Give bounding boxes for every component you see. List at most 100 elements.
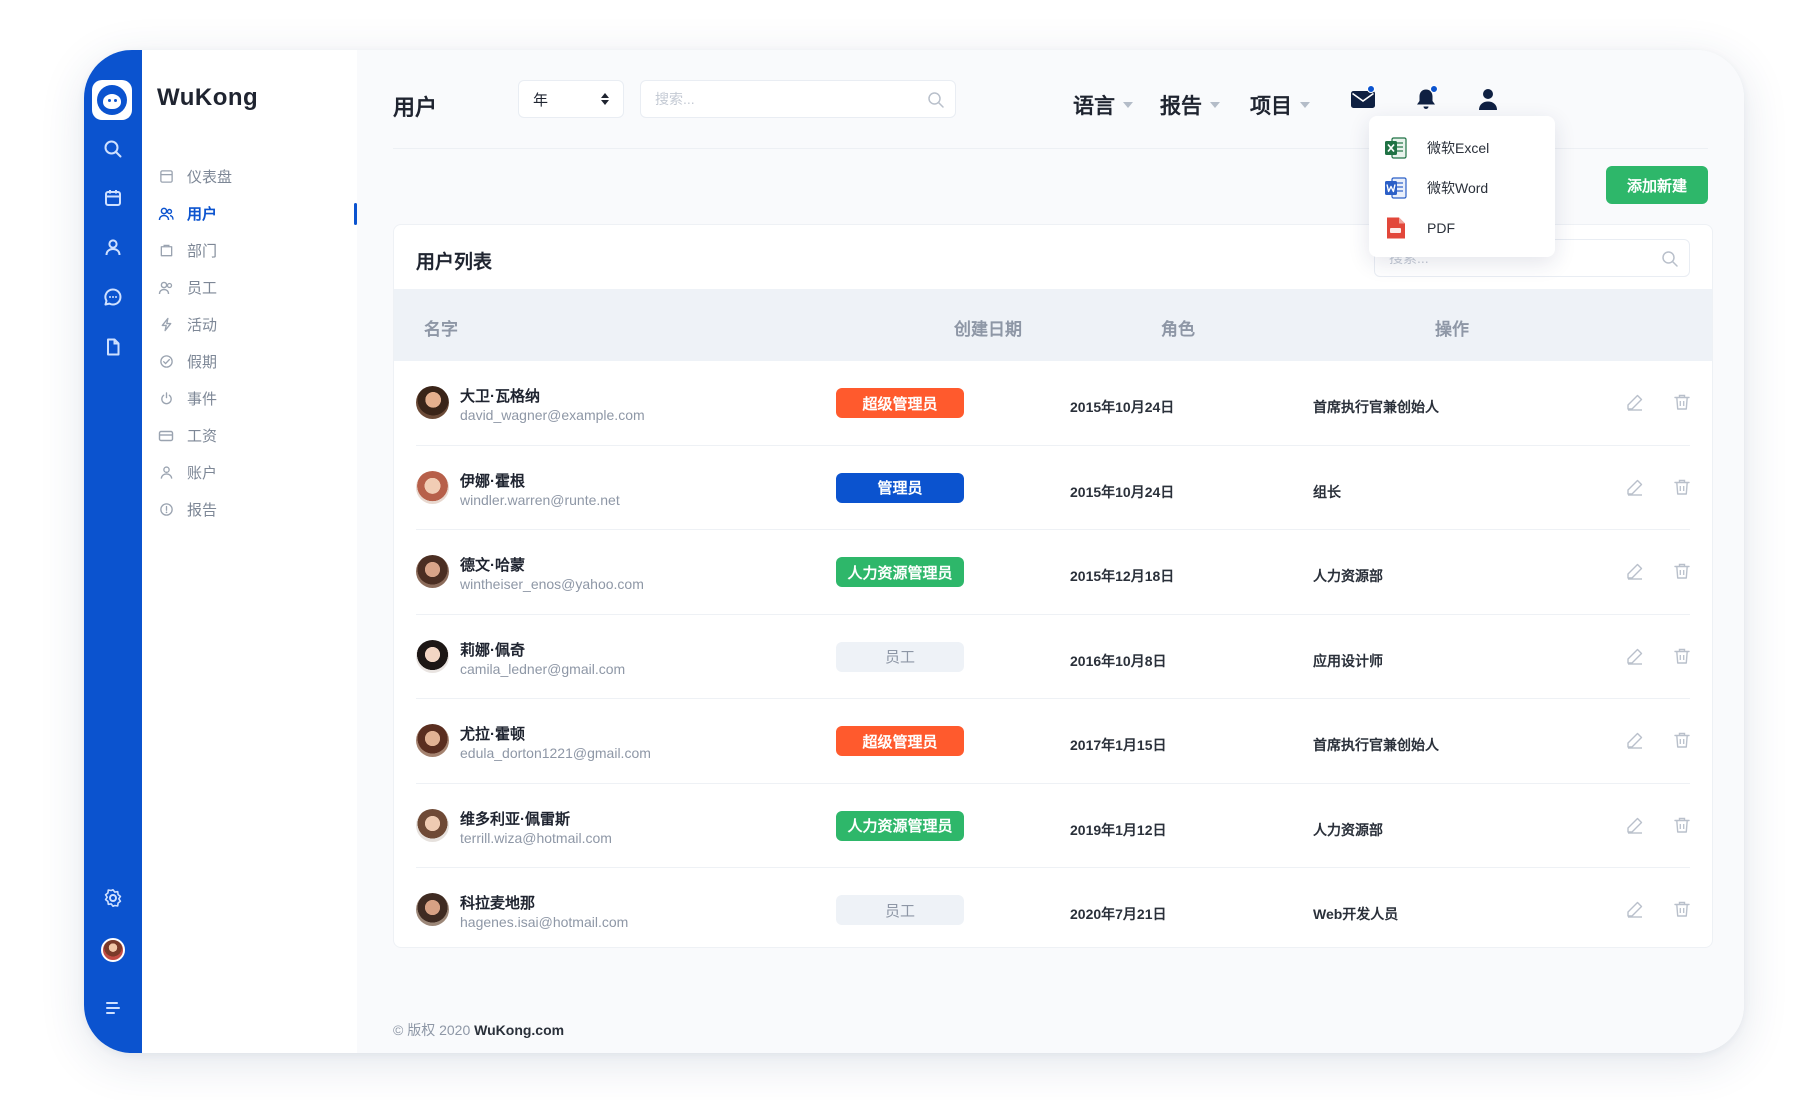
user-name[interactable]: 维多利亚·佩雷斯: [460, 808, 570, 829]
year-select[interactable]: 年: [518, 80, 624, 118]
trash-icon[interactable]: [1672, 899, 1692, 919]
sidebar-item-report[interactable]: 报告: [158, 491, 357, 528]
sidebar-item-label: 工资: [187, 428, 218, 445]
add-new-button[interactable]: 添加新建: [1606, 166, 1708, 204]
trash-icon[interactable]: [1672, 815, 1692, 835]
user-avatar: [416, 808, 449, 842]
notification-dot: [1430, 85, 1438, 93]
search-icon[interactable]: [927, 91, 945, 109]
info-circle-icon: [158, 502, 174, 518]
app-logo[interactable]: [92, 80, 132, 120]
profile-avatar[interactable]: [101, 938, 125, 962]
mail-button[interactable]: [1348, 84, 1378, 114]
trash-icon[interactable]: [1672, 730, 1692, 750]
user-email: hagenes.isai@hotmail.com: [460, 914, 629, 930]
user-name[interactable]: 莉娜·佩奇: [460, 639, 525, 660]
status-badge: 管理员: [836, 472, 964, 503]
table-row[interactable]: 德文·哈蒙 wintheiser_enos@yahoo.com 人力资源管理员 …: [416, 530, 1690, 615]
edit-icon[interactable]: [1625, 646, 1645, 666]
sidebar-item-dashboard[interactable]: 仪表盘: [158, 158, 357, 195]
status-badge: 员工: [836, 641, 964, 672]
trash-icon[interactable]: [1672, 646, 1692, 666]
edit-icon[interactable]: [1625, 815, 1645, 835]
edit-icon[interactable]: [1625, 392, 1645, 412]
menu-label: 语言: [1073, 95, 1115, 118]
user-name[interactable]: 伊娜·霍根: [460, 470, 525, 491]
menu-report[interactable]: 报告: [1160, 90, 1220, 120]
account-icon: [158, 465, 174, 481]
users-icon: [158, 206, 174, 222]
sidebar-item-account[interactable]: 账户: [158, 454, 357, 491]
credit-card-icon: [158, 428, 174, 444]
sidebar-item-label: 账户: [187, 465, 218, 482]
trash-icon[interactable]: [1672, 392, 1692, 412]
column-role[interactable]: 角色: [1161, 315, 1195, 340]
user-avatar: [416, 639, 449, 673]
sidebar-item-activity[interactable]: 活动: [158, 306, 357, 343]
menu-project[interactable]: 项目: [1250, 90, 1310, 120]
status-badge: 超级管理员: [836, 726, 964, 756]
sidebar-item-users[interactable]: 用户: [158, 195, 357, 232]
sidebar-item-label: 部门: [187, 243, 218, 260]
table-row[interactable]: 科拉麦地那 hagenes.isai@hotmail.com 员工 2020年7…: [416, 868, 1692, 947]
search-input[interactable]: [641, 81, 955, 117]
pdf-icon: [1387, 217, 1405, 239]
table-row[interactable]: 维多利亚·佩雷斯 terrill.wiza@hotmail.com 人力资源管理…: [416, 784, 1692, 868]
notifications-button[interactable]: [1411, 84, 1441, 114]
user-role: 首席执行官兼创始人: [1313, 737, 1439, 753]
created-date: 2017年1月15日: [1070, 737, 1167, 753]
user-icon: [1479, 89, 1497, 110]
sidebar-item-label: 仪表盘: [187, 169, 233, 186]
sidebar-item-salary[interactable]: 工资: [158, 417, 357, 454]
user-email: david_wagner@example.com: [460, 407, 645, 423]
edit-icon[interactable]: [1625, 477, 1645, 497]
trash-icon[interactable]: [1672, 561, 1692, 581]
edit-icon[interactable]: [1625, 561, 1645, 581]
table-row[interactable]: 莉娜·佩奇 camila_ledner@gmail.com 员工 2016年10…: [416, 615, 1692, 699]
profile-button[interactable]: [1473, 84, 1503, 114]
export-label: PDF: [1427, 220, 1455, 236]
edit-icon[interactable]: [1625, 730, 1645, 750]
column-created-date[interactable]: 创建日期: [954, 315, 1022, 340]
sidebar-item-holiday[interactable]: 假期: [158, 343, 357, 380]
user-name[interactable]: 科拉麦地那: [460, 892, 535, 913]
trash-icon[interactable]: [1672, 477, 1692, 497]
file-icon[interactable]: [102, 336, 124, 358]
table-header: 名字 创建日期 角色 操作: [394, 289, 1712, 361]
excel-icon: [1385, 137, 1407, 159]
user-role: 首席执行官兼创始人: [1313, 399, 1439, 415]
search-icon[interactable]: [102, 138, 124, 160]
footer-site-link[interactable]: WuKong.com: [474, 1022, 564, 1038]
user-role: 组长: [1313, 483, 1341, 500]
status-badge: 人力资源管理员: [836, 810, 964, 841]
user-name[interactable]: 尤拉·霍顿: [460, 723, 525, 744]
user-email: terrill.wiza@hotmail.com: [460, 829, 612, 846]
menu-icon[interactable]: [102, 997, 124, 1019]
sidebar-item-department[interactable]: 部门: [158, 232, 357, 269]
calendar-icon[interactable]: [102, 187, 124, 209]
user-icon[interactable]: [102, 236, 124, 258]
user-name[interactable]: 大卫·瓦格纳: [460, 385, 540, 406]
user-name[interactable]: 德文·哈蒙: [460, 554, 525, 575]
export-excel[interactable]: 微软Excel: [1369, 128, 1555, 168]
menu-label: 报告: [1160, 95, 1202, 118]
caret-down-icon: [1210, 102, 1220, 108]
table-row[interactable]: 大卫·瓦格纳 david_wagner@example.com 超级管理员 20…: [416, 361, 1690, 446]
settings-icon[interactable]: [102, 887, 124, 909]
search-icon[interactable]: [1661, 250, 1679, 268]
export-pdf[interactable]: PDF: [1369, 208, 1555, 248]
table-row[interactable]: 尤拉·霍顿 edula_dorton1221@gmail.com 超级管理员 2…: [416, 699, 1690, 784]
export-word[interactable]: 微软Word: [1369, 168, 1555, 208]
sidebar-nav: 仪表盘 用户 部门 员工 活动 假期 事件 工资 账户 报告: [158, 158, 357, 528]
menu-language[interactable]: 语言: [1073, 90, 1133, 120]
report-dropdown: 微软Excel 微软Word PDF: [1369, 116, 1555, 257]
column-name[interactable]: 名字: [424, 315, 458, 340]
status-badge: 超级管理员: [836, 388, 964, 418]
menu-label: 项目: [1250, 95, 1292, 118]
table-row[interactable]: 伊娜·霍根 windler.warren@runte.net 管理员 2015年…: [416, 446, 1692, 530]
edit-icon[interactable]: [1625, 899, 1645, 919]
sidebar-item-event[interactable]: 事件: [158, 380, 357, 417]
chat-icon[interactable]: [102, 286, 124, 308]
sidebar: WuKong 仪表盘 用户 部门 员工 活动 假期 事件 工资 账户 报告: [142, 50, 357, 1053]
sidebar-item-employees[interactable]: 员工: [158, 269, 357, 306]
